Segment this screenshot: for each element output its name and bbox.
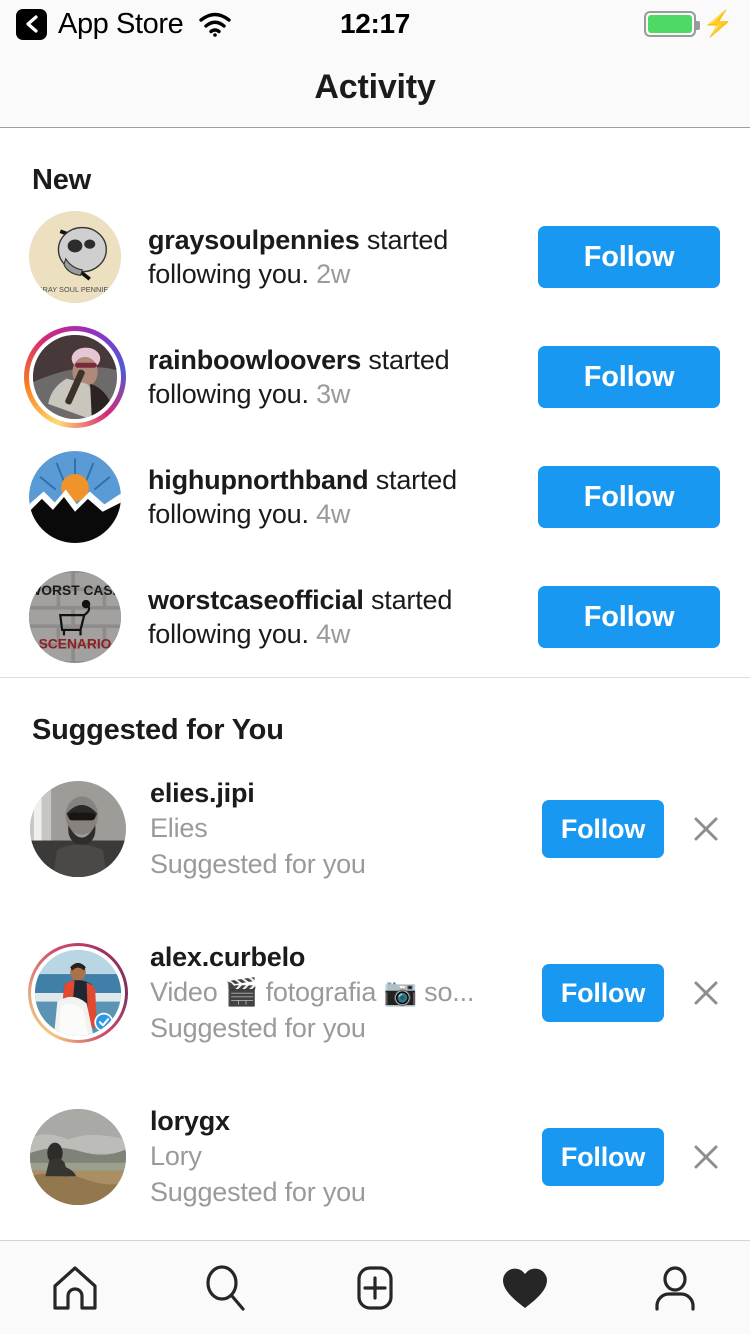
username[interactable]: lorygx [150, 1104, 532, 1139]
graysoulpennies-avatar[interactable]: GRAY SOUL PENNIES [29, 211, 121, 303]
search-icon [206, 1264, 245, 1311]
suggested-text: lorygx Lory Suggested for you [150, 1104, 542, 1209]
suggested-row[interactable]: lorygx Lory Suggested for you Follow [0, 1075, 750, 1239]
add-post-icon [357, 1265, 393, 1310]
section-heading-suggested: Suggested for You [32, 714, 284, 746]
instagram-activity-screen: App Store 12:17 ⚡ Activity New GRAY SOUL… [0, 0, 750, 1334]
navigation-bar: Activity [0, 48, 750, 128]
worstcaseofficial-avatar[interactable]: WORST CASE SCENARIO [29, 571, 121, 663]
username[interactable]: elies.jipi [150, 776, 532, 811]
activity-row[interactable]: WORST CASE SCENARIO worstcaseofficial st… [0, 557, 750, 677]
avatar[interactable] [24, 446, 126, 548]
activity-row[interactable]: GRAY SOUL PENNIES graysoulpennies starte… [0, 197, 750, 317]
highupnorthband-avatar[interactable] [29, 451, 121, 543]
activity-text: rainboowloovers started following you. 3… [148, 343, 538, 411]
lightning-bolt-icon: ⚡ [702, 9, 734, 38]
suggested-actions: Follow [542, 1128, 726, 1186]
follow-button[interactable]: Follow [538, 226, 720, 288]
surfer-photo-art [35, 950, 121, 1036]
tab-search[interactable] [150, 1241, 300, 1334]
timestamp: 4w [316, 619, 351, 649]
story-ring[interactable] [28, 943, 128, 1043]
profile-icon [655, 1265, 695, 1311]
follow-button[interactable]: Follow [542, 964, 664, 1022]
bio-text: Video 🎬 fotografia 📷 so... [150, 977, 475, 1008]
elies-jipi-avatar[interactable] [30, 781, 126, 877]
back-to-app-store-button[interactable] [16, 8, 47, 40]
activity-text: worstcaseofficial started following you.… [148, 583, 538, 651]
home-icon [53, 1265, 97, 1310]
brick-wall-logo-art: WORST CASE SCENARIO [29, 571, 121, 663]
suggestion-reason: Suggested for you [150, 1012, 366, 1043]
tab-add-post[interactable] [300, 1241, 450, 1334]
bottom-tab-bar [0, 1240, 750, 1334]
username[interactable]: highupnorthband [148, 465, 369, 495]
activity-row[interactable]: highupnorthband started following you. 4… [0, 437, 750, 557]
suggested-actions: Follow [542, 800, 726, 858]
alex-curbelo-avatar[interactable] [35, 950, 121, 1036]
activity-row[interactable]: rainboowloovers started following you. 3… [0, 317, 750, 437]
dismiss-suggestion-icon[interactable] [686, 1137, 726, 1177]
username[interactable]: worstcaseofficial [148, 585, 364, 615]
dismiss-suggestion-icon[interactable] [686, 809, 726, 849]
suggested-actions: Follow [542, 964, 726, 1022]
suggested-row[interactable]: alex.curbelo Video 🎬 fotografia 📷 so... … [0, 911, 750, 1075]
page-title: Activity [314, 68, 436, 106]
skull-logo-art: GRAY SOUL PENNIES [29, 211, 121, 303]
battery-icon [643, 11, 700, 37]
portrait-photo-art [30, 781, 126, 877]
wifi-icon [198, 11, 232, 37]
dismiss-suggestion-icon[interactable] [686, 973, 726, 1013]
follow-button[interactable]: Follow [538, 586, 720, 648]
landscape-photo-art [30, 1109, 126, 1205]
suggestion-reason: Suggested for you [150, 1176, 366, 1207]
activity-text: highupnorthband started following you. 4… [148, 463, 538, 531]
suggested-text: elies.jipi Elies Suggested for you [150, 776, 542, 881]
svg-text:GRAY SOUL PENNIES: GRAY SOUL PENNIES [37, 285, 113, 294]
rainboowloovers-avatar[interactable] [33, 335, 117, 419]
avatar[interactable] [28, 779, 128, 879]
follow-button[interactable]: Follow [538, 346, 720, 408]
mountain-sun-logo-art [29, 451, 121, 543]
avatar[interactable] [28, 1107, 128, 1207]
username[interactable]: alex.curbelo [150, 940, 532, 975]
status-bar: App Store 12:17 ⚡ [0, 0, 750, 48]
svg-text:WORST CASE: WORST CASE [29, 583, 121, 598]
follow-button[interactable]: Follow [542, 1128, 664, 1186]
full-name: Elies [150, 813, 208, 844]
full-name: Lory [150, 1141, 202, 1172]
tab-profile[interactable] [600, 1241, 750, 1334]
tab-activity[interactable] [450, 1241, 600, 1334]
timestamp: 4w [316, 499, 351, 529]
lorygx-avatar[interactable] [30, 1109, 126, 1205]
suggested-text: alex.curbelo Video 🎬 fotografia 📷 so... … [150, 940, 542, 1045]
tab-home[interactable] [0, 1241, 150, 1334]
activity-text: graysoulpennies started following you. 2… [148, 223, 538, 291]
story-ring[interactable] [24, 326, 126, 428]
status-bar-left: App Store [16, 8, 232, 41]
follow-button[interactable]: Follow [538, 466, 720, 528]
suggested-row[interactable]: elies.jipi Elies Suggested for you Follo… [0, 747, 750, 911]
username[interactable]: rainboowloovers [148, 345, 361, 375]
status-bar-right: ⚡ [643, 9, 734, 38]
timestamp: 3w [316, 379, 351, 409]
back-app-label[interactable]: App Store [58, 8, 184, 41]
suggestion-reason: Suggested for you [150, 848, 366, 879]
activity-feed[interactable]: New GRAY SOUL PENNIES graysoulpennies st… [0, 128, 750, 1240]
section-heading-new: New [32, 164, 92, 196]
timestamp: 2w [316, 259, 351, 289]
follow-button[interactable]: Follow [542, 800, 664, 858]
avatar[interactable]: WORST CASE SCENARIO [24, 566, 126, 668]
back-chevron-icon [25, 15, 38, 33]
avatar[interactable]: GRAY SOUL PENNIES [24, 206, 126, 308]
svg-text:SCENARIO: SCENARIO [39, 636, 112, 651]
username[interactable]: graysoulpennies [148, 225, 360, 255]
activity-heart-icon [503, 1268, 547, 1308]
guitarist-photo-art [33, 335, 117, 419]
avatar[interactable] [24, 326, 126, 428]
avatar[interactable] [28, 943, 128, 1043]
